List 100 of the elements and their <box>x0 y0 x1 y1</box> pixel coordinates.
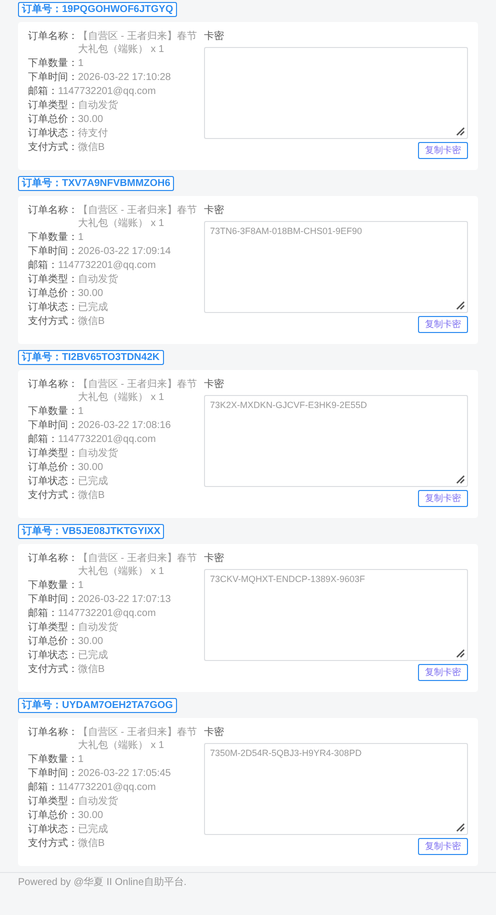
field-label: 支付方式： <box>28 315 78 328</box>
field-label: 支付方式： <box>28 663 78 676</box>
field-label: 订单名称： <box>28 204 78 218</box>
field-label: 订单状态： <box>28 301 78 314</box>
copy-card-code-button[interactable]: 复制卡密 <box>418 664 468 681</box>
field-value: 【自营区 - 王者归来】春节大礼包（端账） x 1 <box>78 378 198 404</box>
field-label: 订单总价： <box>28 287 78 300</box>
card-code-label: 卡密 <box>204 552 224 565</box>
field-value: 30.00 <box>78 635 104 648</box>
field-label: 订单总价： <box>28 809 78 822</box>
field-label: 订单名称： <box>28 726 78 740</box>
copy-card-code-button[interactable]: 复制卡密 <box>418 142 468 159</box>
order-number-tag: 订单号：TXV7A9NFVBMMZOH6 <box>18 176 174 191</box>
field-label: 下单数量： <box>28 57 78 70</box>
field-value: 1147732201@qq.com <box>58 607 156 620</box>
field-value: 2026-03-22 17:05:45 <box>78 767 171 780</box>
order-number-tag: 订单号：19PQGOHWOF6JTGYQ <box>18 2 178 17</box>
field-value: 微信B <box>78 315 105 328</box>
field-label: 订单类型： <box>28 621 78 634</box>
field-value: 【自营区 - 王者归来】春节大礼包（端账） x 1 <box>78 726 198 752</box>
field-label: 订单状态： <box>28 475 78 488</box>
field-label: 订单总价： <box>28 113 78 126</box>
field-value: 2026-03-22 17:10:28 <box>78 71 171 84</box>
resize-handle-icon[interactable] <box>456 475 465 484</box>
field-value: 30.00 <box>78 809 104 822</box>
field-value: 1 <box>78 405 84 418</box>
order-number-tag: 订单号：UYDAM7OEH2TA7GOG <box>18 698 177 713</box>
copy-card-code-button[interactable]: 复制卡密 <box>418 490 468 507</box>
field-label: 邮箱： <box>28 433 58 446</box>
card-code-label: 卡密 <box>204 204 224 217</box>
field-value: 30.00 <box>78 461 104 474</box>
field-value: 30.00 <box>78 113 104 126</box>
field-value: 1147732201@qq.com <box>58 781 156 794</box>
card-code-field[interactable]: 73CKV-MQHXT-ENDCP-1389X-9603F <box>204 569 468 661</box>
field-label: 订单总价： <box>28 461 78 474</box>
field-value: 自动发货 <box>78 99 118 112</box>
field-label: 支付方式： <box>28 837 78 850</box>
field-label: 订单类型： <box>28 447 78 460</box>
field-value: 30.00 <box>78 287 104 300</box>
field-label: 订单类型： <box>28 273 78 286</box>
field-value: 自动发货 <box>78 273 118 286</box>
field-value: 自动发货 <box>78 795 118 808</box>
field-label: 邮箱： <box>28 607 58 620</box>
field-label: 下单数量： <box>28 753 78 766</box>
field-label: 订单名称： <box>28 378 78 392</box>
field-value: 2026-03-22 17:07:13 <box>78 593 171 606</box>
field-label: 订单状态： <box>28 649 78 662</box>
footer-text: Powered by @华夏 II Online自助平台. <box>18 876 187 890</box>
field-value: 1 <box>78 231 84 244</box>
copy-card-code-button[interactable]: 复制卡密 <box>418 838 468 855</box>
field-value: 自动发货 <box>78 621 118 634</box>
field-value: 1147732201@qq.com <box>58 433 156 446</box>
field-value: 【自营区 - 王者归来】春节大礼包（端账） x 1 <box>78 204 198 230</box>
field-value: 微信B <box>78 141 105 154</box>
field-label: 订单状态： <box>28 127 78 140</box>
resize-handle-icon[interactable] <box>456 649 465 658</box>
field-value: 1 <box>78 753 84 766</box>
card-code-field[interactable]: 73TN6-3F8AM-018BM-CHS01-9EF90 <box>204 221 468 313</box>
field-label: 支付方式： <box>28 489 78 502</box>
field-label: 邮箱： <box>28 259 58 272</box>
field-label: 下单时间： <box>28 245 78 258</box>
field-label: 订单类型： <box>28 795 78 808</box>
field-value: 已完成 <box>78 649 108 662</box>
field-label: 订单类型： <box>28 99 78 112</box>
field-label: 下单数量： <box>28 231 78 244</box>
field-label: 订单总价： <box>28 635 78 648</box>
field-value: 1 <box>78 579 84 592</box>
card-code-label: 卡密 <box>204 378 224 391</box>
field-value: 已完成 <box>78 823 108 836</box>
field-value: 2026-03-22 17:08:16 <box>78 419 171 432</box>
resize-handle-icon[interactable] <box>456 127 465 136</box>
field-value: 2026-03-22 17:09:14 <box>78 245 171 258</box>
field-value: 【自营区 - 王者归来】春节大礼包（端账） x 1 <box>78 552 198 578</box>
field-value: 微信B <box>78 663 105 676</box>
field-value: 1 <box>78 57 84 70</box>
copy-card-code-button[interactable]: 复制卡密 <box>418 316 468 333</box>
card-code-field[interactable]: 73K2X-MXDKN-GJCVF-E3HK9-2E55D <box>204 395 468 487</box>
card-code-label: 卡密 <box>204 30 224 43</box>
field-value: 【自营区 - 王者归来】春节大礼包（端账） x 1 <box>78 30 198 56</box>
field-value: 1147732201@qq.com <box>58 259 156 272</box>
field-label: 支付方式： <box>28 141 78 154</box>
field-value: 已完成 <box>78 301 108 314</box>
field-label: 下单时间： <box>28 593 78 606</box>
resize-handle-icon[interactable] <box>456 823 465 832</box>
order-number-tag: 订单号：VB5JE08JTKTGYIXX <box>18 524 164 539</box>
field-label: 下单时间： <box>28 71 78 84</box>
field-label: 邮箱： <box>28 781 58 794</box>
field-label: 订单名称： <box>28 552 78 566</box>
field-value: 1147732201@qq.com <box>58 85 156 98</box>
field-label: 下单数量： <box>28 579 78 592</box>
resize-handle-icon[interactable] <box>456 301 465 310</box>
field-label: 订单名称： <box>28 30 78 44</box>
field-label: 下单数量： <box>28 405 78 418</box>
field-label: 邮箱： <box>28 85 58 98</box>
field-value: 微信B <box>78 489 105 502</box>
card-code-field[interactable] <box>204 47 468 139</box>
card-code-label: 卡密 <box>204 726 224 739</box>
field-label: 下单时间： <box>28 419 78 432</box>
card-code-field[interactable]: 7350M-2D54R-5QBJ3-H9YR4-308PD <box>204 743 468 835</box>
field-value: 自动发货 <box>78 447 118 460</box>
